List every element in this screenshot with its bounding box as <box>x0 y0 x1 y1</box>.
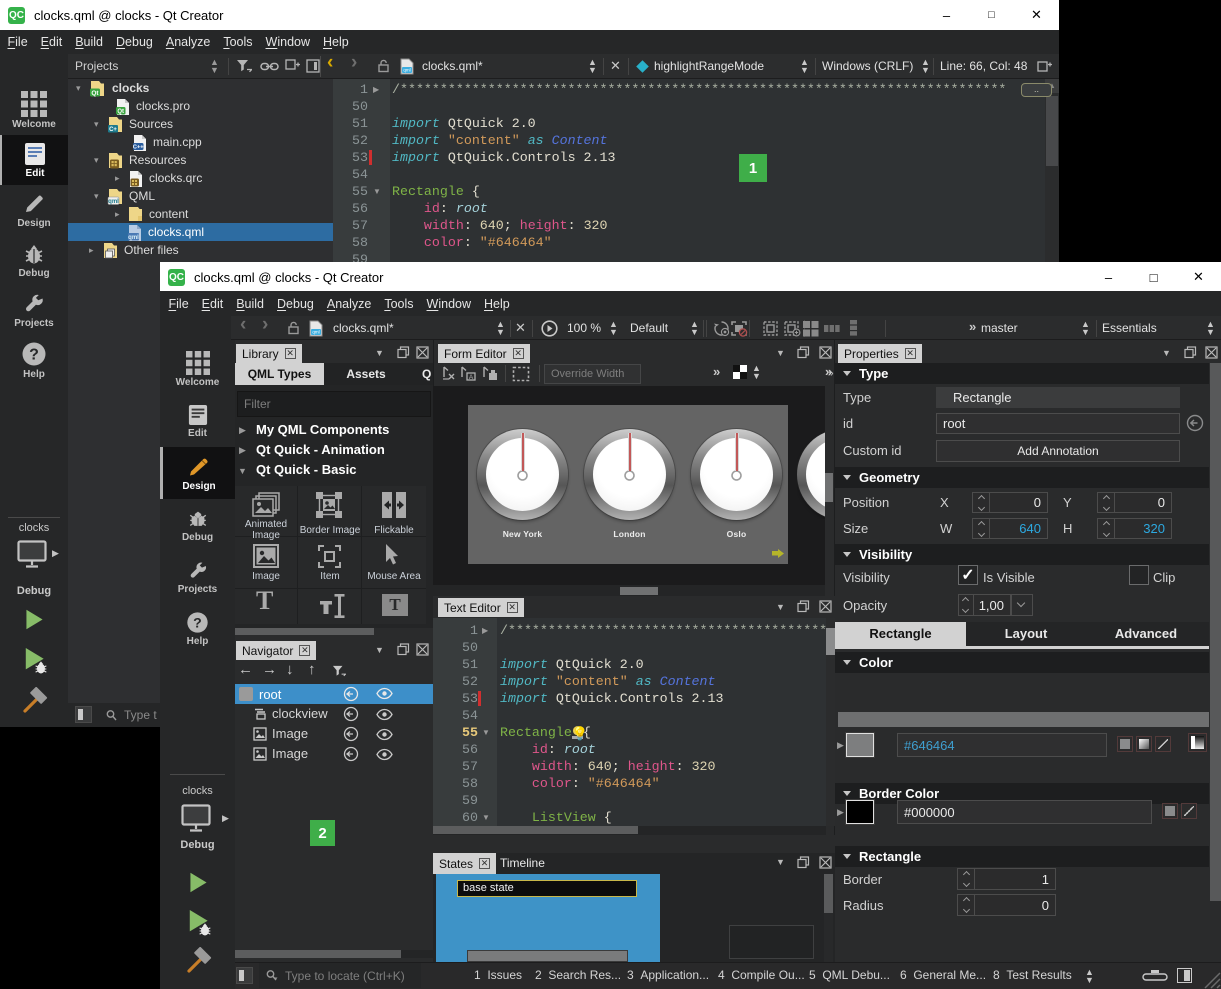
svg-text:qml: qml <box>108 199 119 205</box>
svg-text:C++: C++ <box>133 144 144 150</box>
svg-text:qml: qml <box>128 235 139 241</box>
svg-text:Qt: Qt <box>91 90 99 97</box>
svg-text:A: A <box>469 374 474 381</box>
svg-text:Qt: Qt <box>117 109 124 115</box>
svg-text:C+: C+ <box>109 127 117 133</box>
svg-text:?: ? <box>29 346 39 363</box>
svg-text:qml: qml <box>403 68 410 73</box>
